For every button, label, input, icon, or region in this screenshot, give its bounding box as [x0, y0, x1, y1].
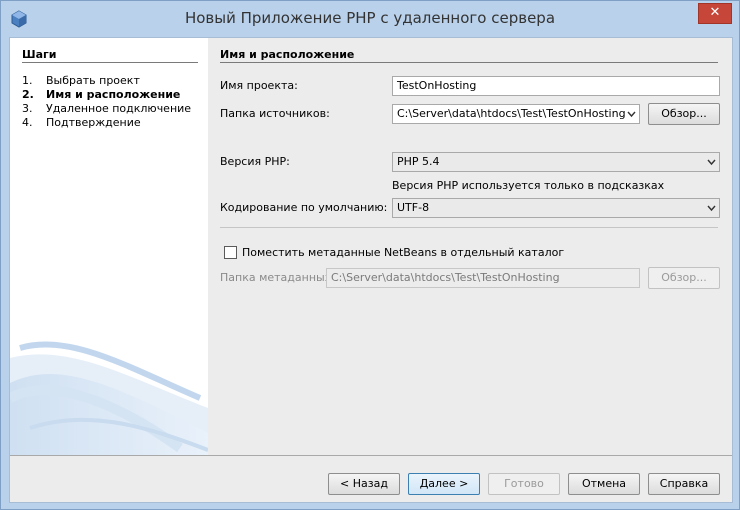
dialog-client-area: Шаги 1. Выбрать проект 2. Имя и расположен… [9, 37, 733, 503]
step-number: 2. [22, 88, 34, 101]
step-item-remote-connection: 3. Удаленное подключение [22, 102, 202, 116]
step-label: Имя и расположение [46, 88, 181, 101]
browse-sources-button[interactable]: Обзор... [648, 103, 720, 125]
steps-panel: Шаги 1. Выбрать проект 2. Имя и расположен… [10, 38, 208, 455]
steps-heading: Шаги [22, 48, 198, 63]
chevron-down-icon [707, 205, 716, 212]
sources-folder-value: C:\Server\data\htdocs\Test\TestOnHosting [397, 107, 626, 120]
section-separator [220, 227, 718, 228]
step-label: Удаленное подключение [46, 102, 192, 115]
step-item-select-project: 1. Выбрать проект [22, 74, 202, 88]
next-button[interactable]: Далее > [408, 473, 480, 495]
php-version-hint: Версия PHP используется только в подсказ… [392, 179, 665, 192]
footer-separator [10, 455, 732, 456]
step-label: Подтверждение [46, 116, 141, 129]
dialog-window: Новый Приложение PHP с удаленного сервер… [0, 0, 740, 510]
finish-button[interactable]: Готово [488, 473, 560, 495]
step-item-name-location: 2. Имя и расположение [22, 88, 202, 102]
metadata-folder-input[interactable]: C:\Server\data\htdocs\Test\TestOnHosting [326, 268, 640, 288]
name-location-panel: Имя и расположение Имя проекта: TestOnHo… [208, 38, 732, 455]
back-button[interactable]: < Назад [328, 473, 400, 495]
step-item-confirmation: 4. Подтверждение [22, 116, 202, 130]
project-name-input[interactable]: TestOnHosting [392, 76, 720, 96]
step-label: Выбрать проект [46, 74, 140, 87]
steps-list: 1. Выбрать проект 2. Имя и расположение 3.… [22, 74, 202, 130]
encoding-combo[interactable]: UTF-8 [392, 198, 720, 218]
sources-folder-combo[interactable]: C:\Server\data\htdocs\Test\TestOnHosting [392, 104, 640, 124]
step-number: 4. [22, 116, 33, 129]
sources-folder-label: Папка источников: [220, 107, 330, 120]
step-number: 3. [22, 102, 33, 115]
metadata-separate-checkbox[interactable] [224, 246, 237, 259]
project-name-label: Имя проекта: [220, 79, 298, 92]
php-version-label: Версия PHP: [220, 155, 290, 168]
php-version-value: PHP 5.4 [397, 155, 440, 168]
metadata-folder-label: Папка метаданных: [220, 271, 335, 284]
cancel-button[interactable]: Отмена [568, 473, 640, 495]
browse-metadata-button[interactable]: Обзор... [648, 267, 720, 289]
title-bar[interactable]: Новый Приложение PHP с удаленного сервер… [1, 1, 739, 37]
php-version-combo[interactable]: PHP 5.4 [392, 152, 720, 172]
close-button[interactable]: ✕ [698, 3, 732, 24]
help-button[interactable]: Справка [648, 473, 720, 495]
encoding-value: UTF-8 [397, 201, 430, 214]
chevron-down-icon [627, 111, 636, 118]
window-title: Новый Приложение PHP с удаленного сервер… [184, 9, 556, 27]
chevron-down-icon [707, 159, 716, 166]
close-icon: ✕ [709, 5, 721, 20]
step-number: 1. [22, 74, 33, 87]
encoding-label: Кодирование по умолчанию: [220, 201, 388, 214]
metadata-separate-label[interactable]: Поместить метаданные NetBeans в отдельны… [242, 246, 564, 260]
section-heading: Имя и расположение [220, 48, 718, 63]
decorative-swoosh-graphic [10, 341, 208, 455]
